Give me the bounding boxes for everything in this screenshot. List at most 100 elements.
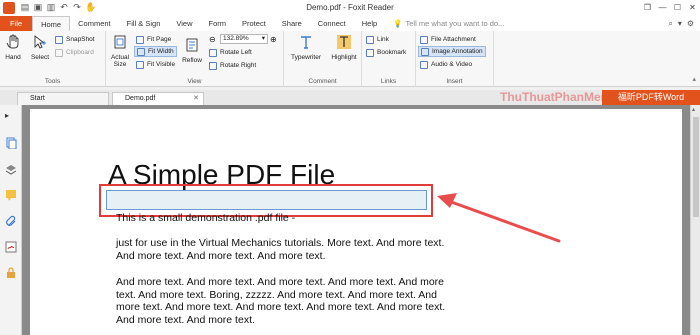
insert-group: File Attachment Image Annotation Audio &… bbox=[416, 31, 494, 87]
search-icon[interactable]: ⌕ bbox=[668, 19, 672, 29]
zoom-dropdown-icon[interactable]: ▾ bbox=[262, 35, 265, 43]
pdf-paragraph-1: This is a small demonstration .pdf file … bbox=[116, 212, 296, 224]
comment-group-label: Comment bbox=[308, 78, 337, 85]
fit-page-icon bbox=[136, 35, 144, 44]
tab-start[interactable]: Start bbox=[17, 92, 109, 105]
select-button[interactable]: Select bbox=[28, 34, 52, 61]
audio-video-button[interactable]: Audio & Video bbox=[420, 59, 472, 70]
tools-group-label: Tools bbox=[44, 78, 61, 85]
maximize-icon[interactable]: ☐ bbox=[670, 0, 685, 16]
link-icon bbox=[366, 35, 374, 44]
fit-page-label: Fit Page bbox=[147, 36, 172, 43]
bookmark-label: Bookmark bbox=[377, 49, 407, 56]
title-bar: ▤ ▣ ▥ ↶ ↷ ✋ Demo.pdf - Foxit Reader ❐ — … bbox=[0, 0, 700, 16]
bookmark-button[interactable]: Bookmark bbox=[366, 47, 406, 58]
layers-panel-icon[interactable] bbox=[5, 163, 17, 175]
zoom-in-icon: ⊕ bbox=[270, 35, 277, 44]
dropdown-icon[interactable]: ▾ bbox=[678, 19, 682, 28]
fit-visible-icon bbox=[136, 60, 144, 69]
image-annotation-button[interactable]: Image Annotation bbox=[418, 46, 486, 57]
tab-protect[interactable]: Protect bbox=[234, 16, 274, 31]
restore-icon[interactable]: ❐ bbox=[640, 0, 655, 16]
link-label: Link bbox=[377, 36, 389, 43]
close-icon[interactable]: ✕ bbox=[685, 0, 700, 16]
rotate-left-label: Rotate Left bbox=[220, 49, 252, 56]
pdf-to-word-promo[interactable]: 福昕PDF转Word bbox=[602, 90, 700, 105]
settings-icon[interactable]: ⚙ bbox=[687, 19, 694, 28]
zoom-out-button[interactable]: ⊖ bbox=[209, 34, 216, 45]
navigation-sidebar: ▸ bbox=[0, 105, 22, 335]
attachments-panel-icon[interactable] bbox=[5, 215, 17, 227]
pointer-arrow bbox=[437, 193, 561, 243]
rotate-left-icon bbox=[209, 48, 217, 57]
reflow-icon bbox=[186, 38, 198, 52]
comments-panel-icon[interactable] bbox=[5, 189, 17, 201]
tab-file[interactable]: File bbox=[0, 16, 33, 31]
pages-panel-icon[interactable] bbox=[5, 137, 17, 149]
tab-demo-pdf-label: Demo.pdf bbox=[125, 95, 156, 102]
scrollbar-thumb[interactable] bbox=[693, 117, 699, 217]
window-title: Demo.pdf - Foxit Reader bbox=[306, 3, 394, 12]
clipboard-label: Clipboard bbox=[66, 49, 94, 56]
tell-me-placeholder: Tell me what you want to do... bbox=[405, 19, 505, 28]
zoom-input[interactable]: 132.89% ▾ bbox=[220, 34, 268, 44]
hand-label: Hand bbox=[5, 54, 21, 61]
expand-panel-icon[interactable]: ▸ bbox=[5, 111, 17, 123]
snapshot-label: SnapShot bbox=[66, 36, 95, 43]
tab-view[interactable]: View bbox=[168, 16, 200, 31]
fit-visible-button[interactable]: Fit Visible bbox=[136, 59, 175, 70]
actual-size-button[interactable]: Actual Size bbox=[108, 34, 132, 68]
tab-share[interactable]: Share bbox=[274, 16, 310, 31]
comment-group: Typewriter Highlight Comment bbox=[284, 31, 362, 87]
tell-me-box[interactable]: 💡 Tell me what you want to do... bbox=[393, 16, 504, 31]
tab-connect[interactable]: Connect bbox=[310, 16, 354, 31]
pdf-page: A Simple PDF File This is a small demons… bbox=[30, 109, 682, 335]
rotate-left-button[interactable]: Rotate Left bbox=[209, 47, 252, 58]
actual-size-label-1: Actual bbox=[110, 54, 130, 61]
link-button[interactable]: Link bbox=[366, 34, 389, 45]
highlight-button[interactable]: Highlight bbox=[328, 34, 360, 61]
tab-fill-sign[interactable]: Fill & Sign bbox=[119, 16, 169, 31]
collapse-ribbon-icon[interactable]: ▴ bbox=[692, 75, 696, 83]
typewriter-icon bbox=[301, 36, 311, 49]
pdf-paragraph-2: just for use in the Virtual Mechanics tu… bbox=[116, 237, 445, 262]
image-icon bbox=[421, 47, 429, 56]
watermark: ThuThuatPhanMem bbox=[500, 90, 612, 104]
vertical-scrollbar[interactable]: ▴ bbox=[690, 105, 700, 335]
ribbon: Hand Select SnapShot Clipboard Tools Act… bbox=[0, 31, 700, 87]
links-group: Link Bookmark Links bbox=[362, 31, 416, 87]
signature-panel-icon[interactable] bbox=[5, 241, 17, 253]
select-cursor-icon bbox=[34, 35, 46, 49]
highlight-label: Highlight bbox=[331, 54, 357, 61]
clipboard-icon bbox=[55, 48, 63, 57]
rotate-right-button[interactable]: Rotate Right bbox=[209, 60, 256, 71]
tab-demo-pdf[interactable]: Demo.pdf ✕ bbox=[112, 92, 204, 105]
hand-button[interactable]: Hand bbox=[3, 34, 23, 61]
security-panel-icon[interactable] bbox=[5, 267, 17, 279]
window-controls: ❐ — ☐ ✕ bbox=[640, 0, 700, 16]
tab-help[interactable]: Help bbox=[354, 16, 385, 31]
tab-form[interactable]: Form bbox=[201, 16, 235, 31]
tab-comment[interactable]: Comment bbox=[70, 16, 119, 31]
hand-icon bbox=[6, 34, 19, 49]
typewriter-button[interactable]: Typewriter bbox=[288, 34, 324, 61]
insert-group-label: Insert bbox=[446, 78, 463, 85]
links-group-label: Links bbox=[380, 78, 397, 85]
zoom-in-button[interactable]: ⊕ bbox=[270, 34, 277, 45]
file-attachment-button[interactable]: File Attachment bbox=[420, 34, 476, 45]
clipboard-button[interactable]: Clipboard bbox=[55, 47, 94, 58]
document-viewport[interactable]: A Simple PDF File This is a small demons… bbox=[22, 105, 690, 335]
snapshot-button[interactable]: SnapShot bbox=[55, 34, 95, 45]
file-attachment-label: File Attachment bbox=[431, 36, 476, 43]
fit-page-button[interactable]: Fit Page bbox=[136, 34, 171, 45]
fit-width-button[interactable]: Fit Width bbox=[134, 46, 177, 57]
fit-visible-label: Fit Visible bbox=[147, 61, 176, 68]
tabs-right-tools: ⌕ ▾ ⚙ bbox=[668, 16, 700, 31]
tools-group: Hand Select SnapShot Clipboard Tools bbox=[0, 31, 106, 87]
reflow-button[interactable]: Reflow bbox=[180, 37, 204, 64]
tab-close-icon[interactable]: ✕ bbox=[193, 93, 199, 105]
minimize-icon[interactable]: — bbox=[655, 0, 670, 16]
image-annotation-label: Image Annotation bbox=[432, 48, 483, 55]
tab-home[interactable]: Home bbox=[32, 16, 71, 31]
scroll-up-icon[interactable]: ▴ bbox=[692, 106, 695, 113]
